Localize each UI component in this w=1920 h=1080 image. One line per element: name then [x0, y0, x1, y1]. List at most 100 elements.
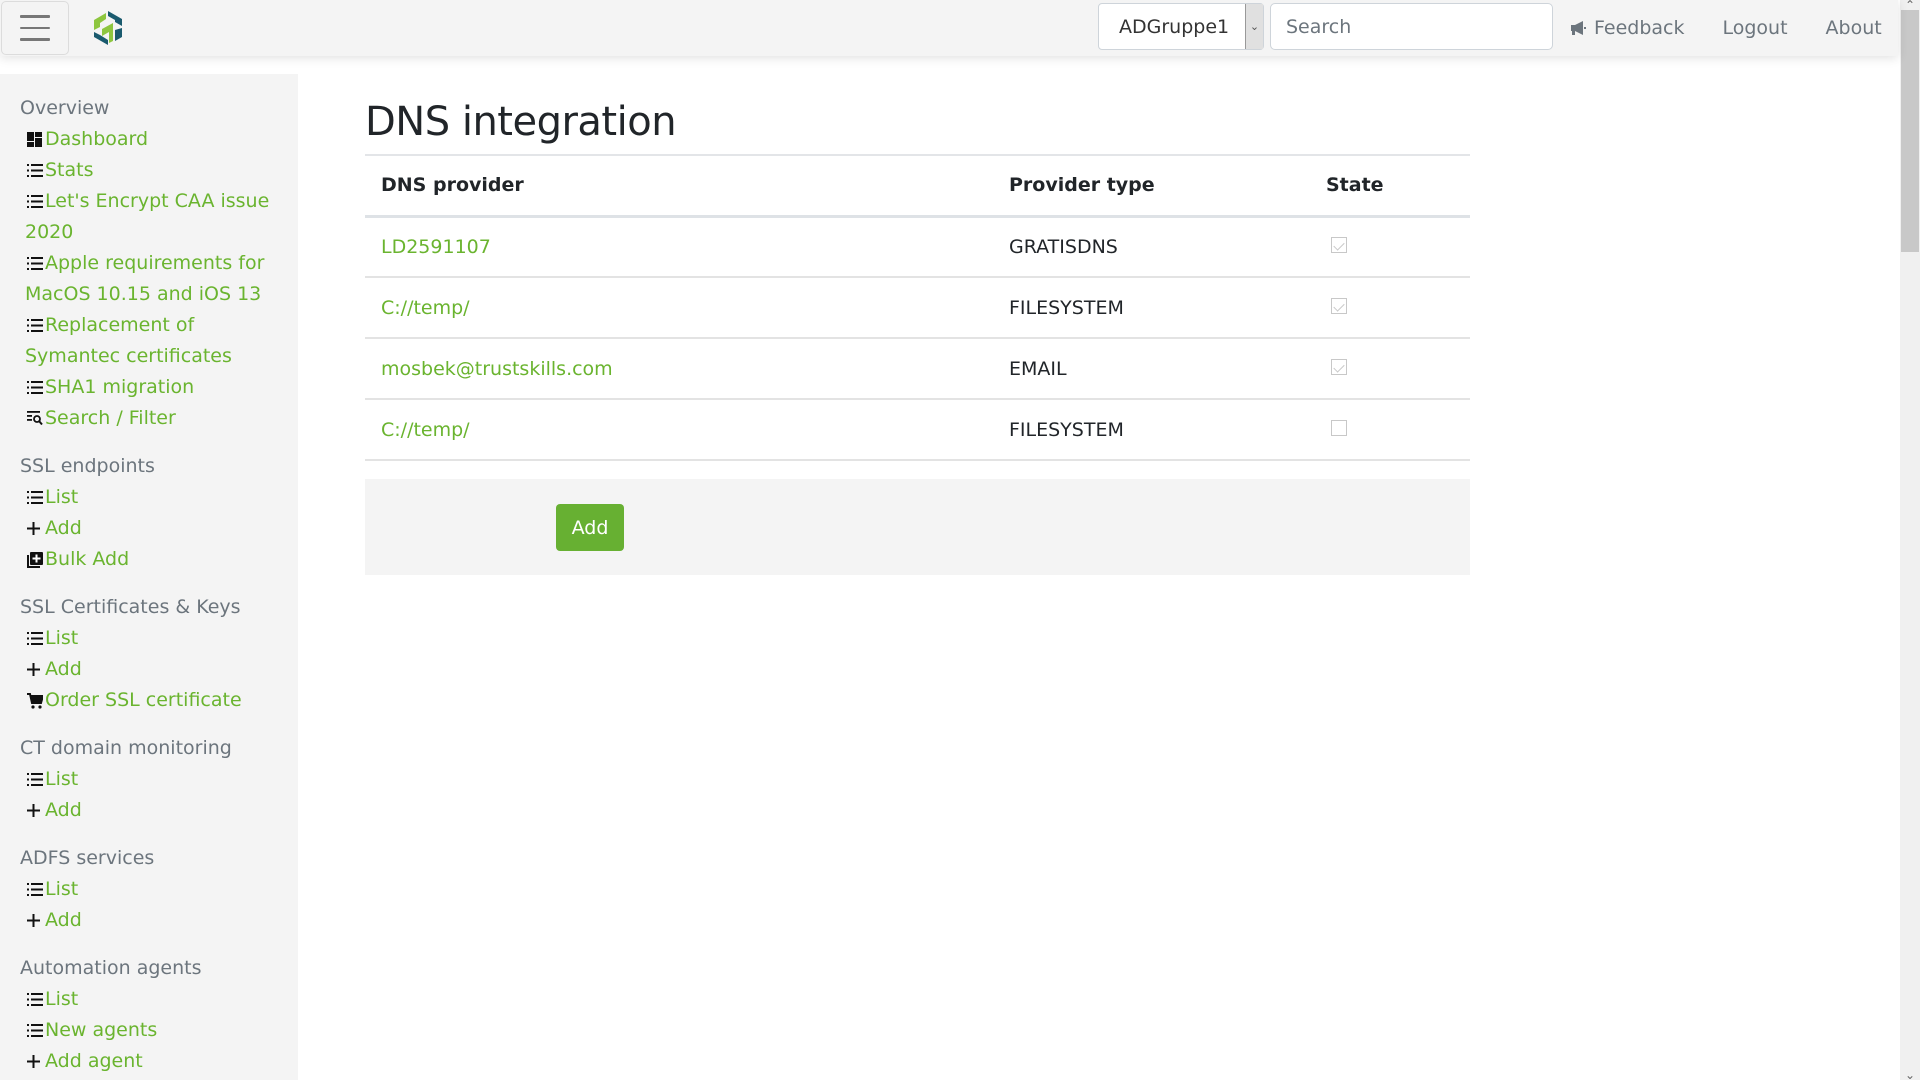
logout-link[interactable]: Logout	[1722, 17, 1787, 39]
top-navbar: ADGruppe1 ⌄ Feedback Logout About	[0, 0, 1898, 56]
sidebar-item-overview-let-s-encrypt-caa-issue[interactable]: Let's Encrypt CAA issue 2020	[20, 186, 298, 248]
sidebar-item-label: SHA1 migration	[45, 376, 195, 398]
plus-icon	[20, 795, 45, 826]
dns-provider-cell: C://temp/	[365, 399, 993, 461]
provider-type-cell: FILESYSTEM	[993, 399, 1310, 461]
sidebar-item-adfs-services-list[interactable]: List	[20, 874, 298, 905]
table-row: LD2591107 GRATISDNS	[365, 216, 1470, 278]
table-row: mosbek@trustskills.com EMAIL	[365, 338, 1470, 400]
hamburger-icon-line	[20, 38, 50, 41]
app-logo-icon[interactable]	[88, 8, 128, 48]
sidebar-item-label: Add	[45, 909, 82, 931]
plus-icon	[20, 654, 45, 685]
feedback-link[interactable]: Feedback	[1570, 17, 1684, 39]
sidebar-item-automation-agents-new-agents[interactable]: New agents	[20, 1015, 298, 1046]
state-checkbox[interactable]	[1331, 358, 1347, 375]
list-icon	[20, 482, 45, 513]
sidebar-item-label: New agents	[45, 1019, 158, 1041]
sidebar-item-automation-agents-list[interactable]: List	[20, 984, 298, 1015]
sidebar-item-ssl-certificates-keys-order-ssl-certificate[interactable]: Order SSL certificate	[20, 685, 298, 716]
page-scrollbar[interactable]: ⌃ ⌄	[1900, 0, 1920, 1080]
table-actions-panel: Add	[365, 479, 1470, 575]
dns-provider-link[interactable]: LD2591107	[381, 236, 491, 258]
sidebar-item-label: List	[45, 486, 79, 508]
list-icon	[20, 623, 45, 654]
dns-provider-link[interactable]: C://temp/	[381, 297, 470, 319]
sidebar-item-adfs-services-add[interactable]: Add	[20, 905, 298, 936]
sidebar-item-ct-domain-monitoring-add[interactable]: Add	[20, 795, 298, 826]
sidebar-item-label: Add	[45, 517, 82, 539]
list-icon	[20, 1015, 45, 1046]
list-icon	[20, 372, 45, 403]
state-cell	[1310, 277, 1470, 339]
dns-provider-table: DNS provider Provider type State LD25911…	[365, 156, 1470, 461]
sidebar-item-ssl-endpoints-list[interactable]: List	[20, 482, 298, 513]
dns-provider-cell: C://temp/	[365, 277, 993, 339]
sidebar-item-label: Add	[45, 658, 82, 680]
list-icon	[20, 984, 45, 1015]
sidebar-item-label: List	[45, 988, 79, 1010]
dns-provider-cell: LD2591107	[365, 216, 993, 278]
list-icon	[20, 764, 45, 795]
header-links: Feedback Logout About	[1570, 0, 1882, 56]
sidebar-item-label: List	[45, 768, 79, 790]
scroll-down-arrow-icon[interactable]: ⌄	[1900, 1069, 1920, 1080]
dns-provider-cell: mosbek@trustskills.com	[365, 338, 993, 400]
group-selector-value: ADGruppe1	[1119, 15, 1230, 38]
sidebar-item-overview-dashboard[interactable]: Dashboard	[20, 124, 298, 155]
add-dns-provider-button[interactable]: Add	[556, 504, 624, 551]
table-header-row: DNS provider Provider type State	[365, 156, 1470, 218]
sidebar-item-overview-search-filter[interactable]: Search / Filter	[20, 403, 298, 434]
dashboard-icon	[20, 124, 45, 155]
list-icon	[20, 155, 45, 186]
sidebar-item-label: Add	[45, 799, 82, 821]
sidebar-item-overview-apple-requirements-for[interactable]: Apple requirements for MacOS 10.15 and iO…	[20, 248, 298, 310]
about-link[interactable]: About	[1826, 17, 1882, 39]
dns-provider-link[interactable]: mosbek@trustskills.com	[381, 358, 613, 380]
sidebar-item-ssl-endpoints-bulk-add[interactable]: Bulk Add	[20, 544, 298, 575]
sidebar-item-overview-sha1-migration[interactable]: SHA1 migration	[20, 372, 298, 403]
sidebar-item-ct-domain-monitoring-list[interactable]: List	[20, 764, 298, 795]
sidebar-item-ssl-certificates-keys-add[interactable]: Add	[20, 654, 298, 685]
sidebar-item-automation-agents-add-agent[interactable]: Add agent	[20, 1046, 298, 1077]
state-checkbox[interactable]	[1331, 236, 1347, 253]
search-filter-icon	[20, 403, 45, 434]
feedback-label: Feedback	[1594, 17, 1685, 39]
sidebar-item-overview-stats[interactable]: Stats	[20, 155, 298, 186]
list-icon	[20, 310, 45, 341]
plus-icon	[20, 1046, 45, 1077]
hamburger-icon	[20, 15, 50, 18]
dns-provider-link[interactable]: C://temp/	[381, 419, 470, 441]
group-selector[interactable]: ADGruppe1 ⌄	[1098, 3, 1264, 50]
plus-icon	[20, 513, 45, 544]
hamburger-icon-line	[20, 26, 50, 30]
sidebar-item-ssl-endpoints-add[interactable]: Add	[20, 513, 298, 544]
scroll-up-arrow-icon[interactable]: ⌃	[1900, 0, 1920, 11]
sidebar-item-label-continued: MacOS 10.15 and iOS 13	[25, 283, 262, 305]
sidebar-item-label: Order SSL certificate	[45, 689, 242, 711]
main-content: DNS integration DNS provider Provider ty…	[365, 74, 1470, 575]
megaphone-icon	[1571, 21, 1586, 35]
sidebar-item-label: Dashboard	[45, 128, 149, 150]
list-icon	[20, 186, 45, 217]
sidebar-item-label: Apple requirements for	[45, 252, 265, 274]
sidebar: Overview Dashboard Stats Let's Encrypt CAA …	[0, 74, 298, 1080]
page-title: DNS integration	[365, 99, 677, 145]
state-cell	[1310, 399, 1470, 461]
search-input[interactable]	[1270, 3, 1553, 50]
hamburger-menu-button[interactable]	[1, 1, 69, 55]
state-checkbox[interactable]	[1331, 297, 1347, 314]
table-row: C://temp/FILESYSTEM	[365, 399, 1470, 461]
column-header-dns-provider: DNS provider	[365, 156, 993, 218]
sidebar-item-overview-replacement-of[interactable]: Replacement of Symantec certificates	[20, 310, 298, 372]
chevron-down-icon[interactable]: ⌄	[1245, 4, 1263, 49]
state-cell	[1310, 338, 1470, 400]
scrollbar-thumb[interactable]	[1901, 10, 1919, 252]
sidebar-item-label: Add agent	[45, 1050, 143, 1072]
list-icon	[20, 248, 45, 279]
sidebar-item-label-continued: Symantec certificates	[25, 345, 232, 367]
column-header-state: State	[1310, 156, 1470, 218]
state-checkbox[interactable]	[1331, 419, 1347, 436]
sidebar-item-label-continued: 2020	[25, 221, 74, 243]
sidebar-item-ssl-certificates-keys-list[interactable]: List	[20, 623, 298, 654]
